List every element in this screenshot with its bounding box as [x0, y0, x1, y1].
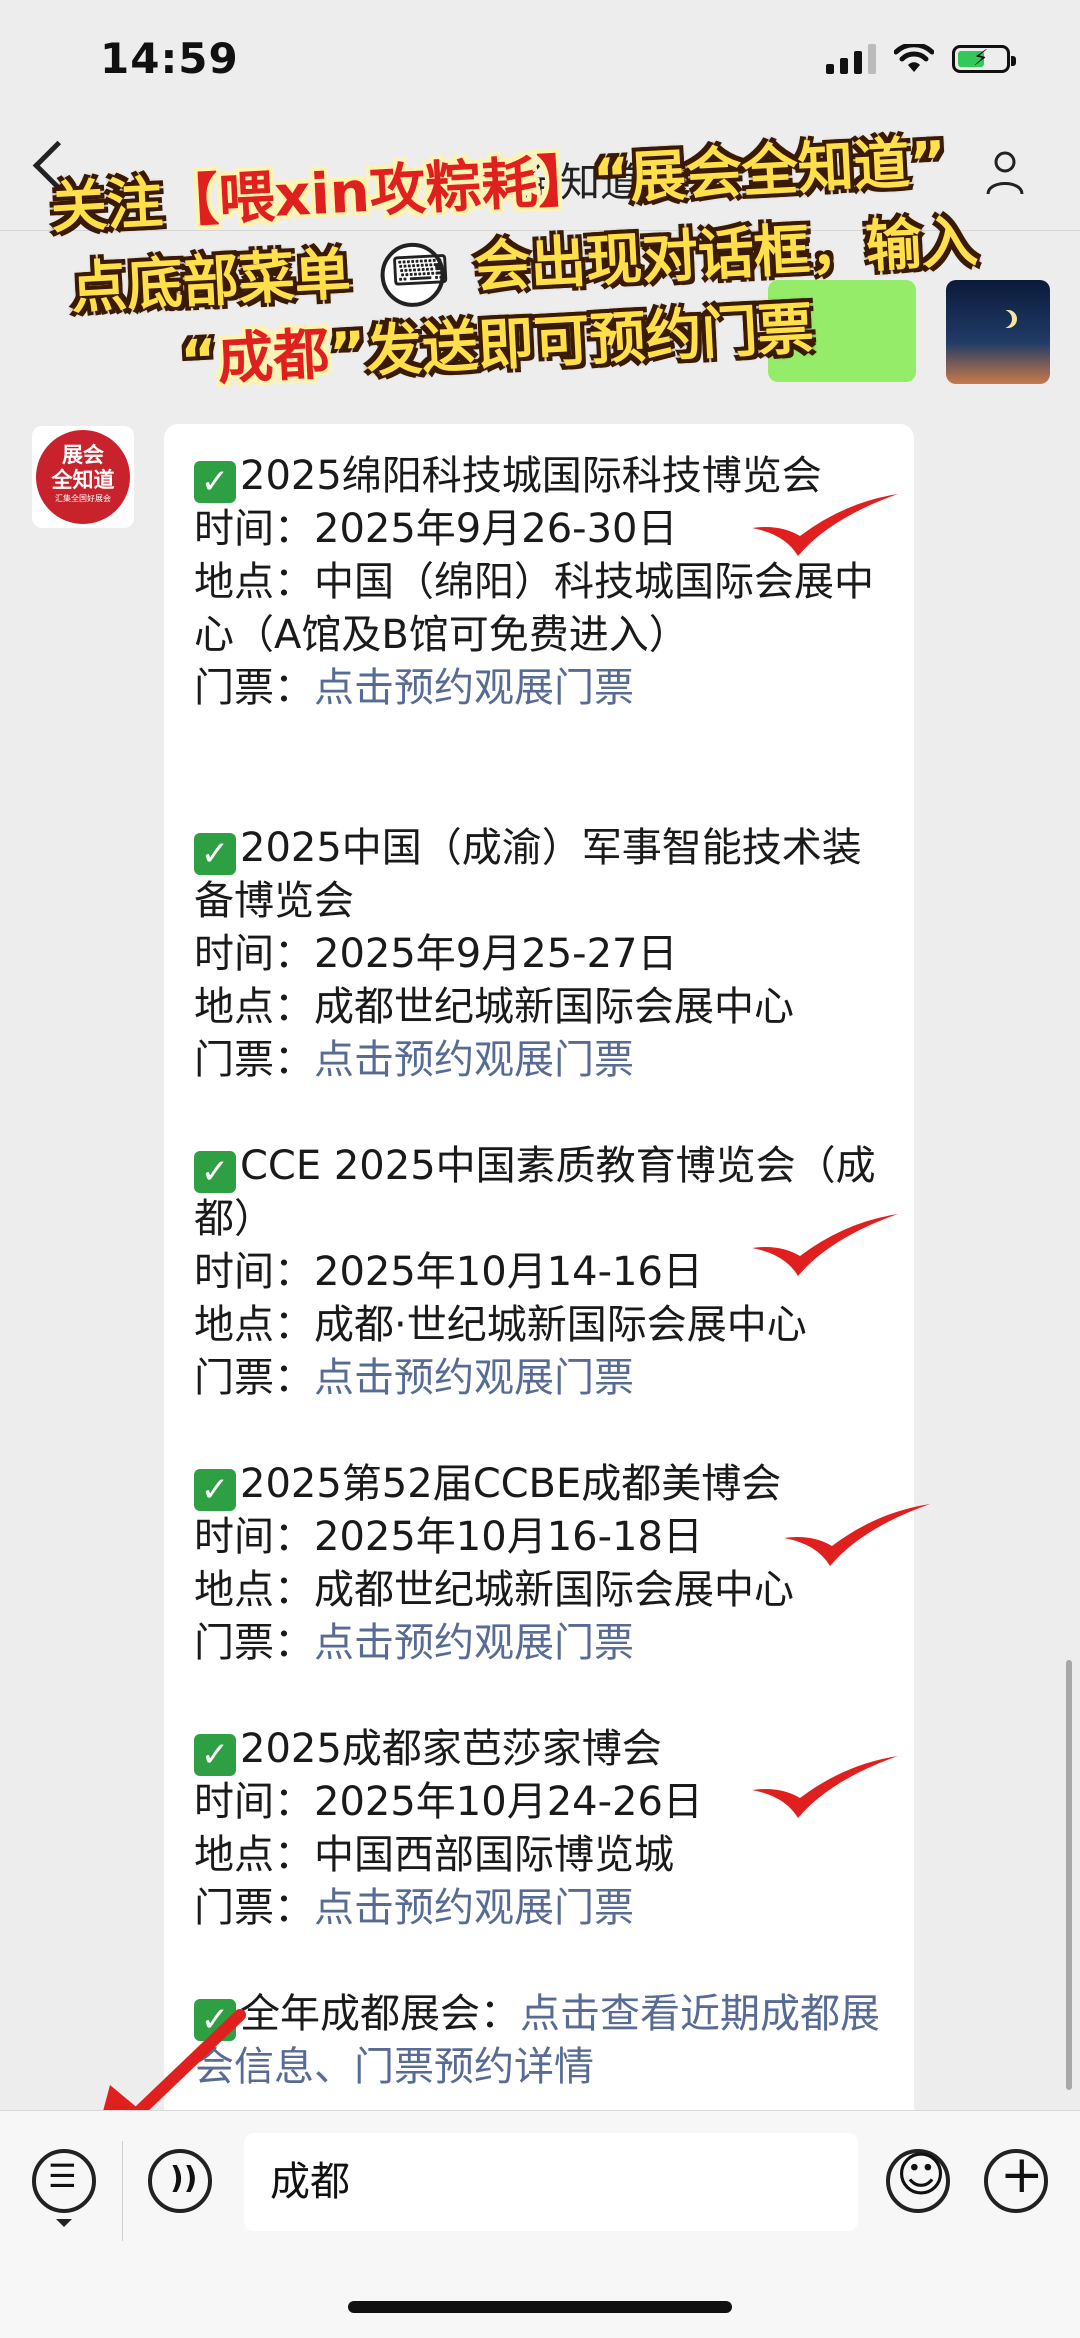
scroll-indicator[interactable] — [1066, 1660, 1072, 2090]
check-mark-icon: ✓ — [194, 1469, 236, 1511]
red-tick-icon — [752, 494, 898, 556]
menu-caret-icon — [56, 2219, 72, 2227]
chat-nav-bar: 展会全知道 — [0, 120, 1080, 231]
message-input[interactable]: 成都 — [244, 2133, 858, 2231]
red-tick-icon — [784, 1504, 930, 1566]
sender-avatar[interactable]: 展会 全知道 汇集全国好展会 — [32, 426, 134, 528]
emoji-icon[interactable] — [886, 2147, 950, 2213]
sent-message-bubble[interactable] — [768, 280, 916, 382]
ticket-link[interactable]: 点击预约观展门票 — [314, 665, 634, 711]
plus-icon[interactable] — [984, 2145, 1048, 2213]
home-indicator — [348, 2301, 732, 2313]
promo-line-3: “成都”发送即可预约门票 — [178, 296, 816, 395]
event-item: ✓ 全年成都展会：点击查看近期成都展会信息、门票预约详情 — [194, 1991, 880, 2090]
red-tick-icon — [752, 1214, 898, 1276]
chat-title: 展会全知道 — [440, 160, 640, 206]
divider — [122, 2141, 123, 2241]
red-tick-icon — [752, 1756, 898, 1818]
battery-charging-icon: ⚡ — [952, 45, 1016, 73]
ticket-link[interactable]: 点击预约观展门票 — [314, 1620, 634, 1666]
status-time: 14:59 — [100, 34, 239, 83]
wifi-icon — [894, 44, 934, 72]
check-mark-icon: ✓ — [194, 833, 236, 875]
status-icons: ⚡ — [826, 44, 1016, 74]
contact-profile-icon[interactable] — [985, 150, 1025, 196]
check-mark-icon: ✓ — [194, 1151, 236, 1193]
chat-input-bar: 成都 — [0, 2110, 1080, 2338]
event-item: ✓ 2025中国（成渝）军事智能技术装备博览会 时间：2025年9月25-27日 … — [194, 825, 862, 1083]
check-mark-icon: ✓ — [194, 461, 236, 503]
voice-icon[interactable] — [148, 2149, 212, 2213]
user-avatar[interactable] — [946, 280, 1050, 384]
ticket-link[interactable]: 点击预约观展门票 — [314, 1037, 634, 1083]
menu-icon[interactable] — [32, 2149, 96, 2213]
status-bar: 14:59 ⚡ — [0, 0, 1080, 120]
sender-logo: 展会 全知道 汇集全国好展会 — [36, 430, 130, 524]
keyboard-icon — [378, 241, 447, 309]
cellular-signal-icon — [826, 44, 876, 74]
check-mark-icon: ✓ — [194, 1734, 236, 1776]
ticket-link[interactable]: 点击预约观展门票 — [314, 1355, 634, 1401]
ticket-link[interactable]: 点击预约观展门票 — [314, 1885, 634, 1931]
